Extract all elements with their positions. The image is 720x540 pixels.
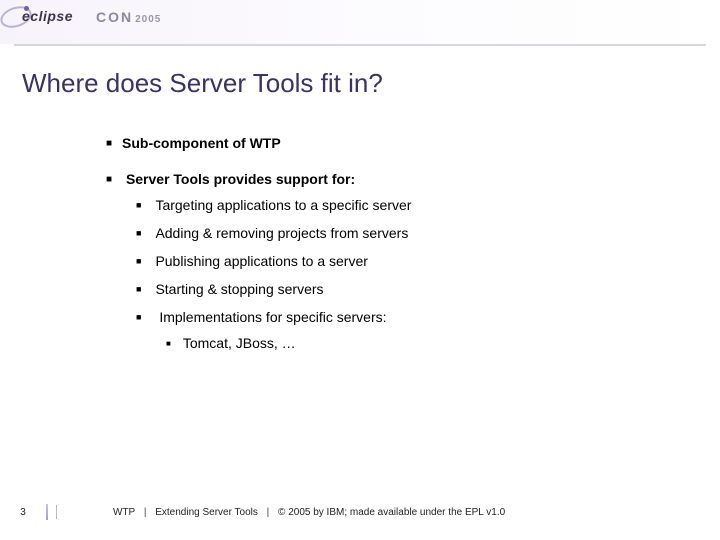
bullet-list-level3: Tomcat, JBoss, … (136, 325, 680, 351)
bullet-text: Implementations for specific servers: (159, 309, 386, 325)
eclipsecon-logo: eclipse CON2005 (6, 2, 161, 32)
bullet-list-level1: Sub-component of WTP Server Tools provid… (106, 135, 680, 351)
list-item: Implementations for specific servers: To… (136, 309, 680, 351)
page-number: 3 (0, 507, 46, 518)
bullet-text: Publishing applications to a server (155, 253, 367, 269)
footer-copyright: © 2005 by IBM; made available under the … (278, 507, 505, 518)
conference-label: CON2005 (96, 9, 161, 25)
footer-separator: | (267, 507, 270, 518)
bullet-text: Adding & removing projects from servers (155, 225, 408, 241)
list-item: Starting & stopping servers (136, 281, 680, 297)
con-text: CON (96, 9, 133, 25)
footer-project: WTP (113, 507, 135, 518)
footer-talk: Extending Server Tools (155, 507, 258, 518)
bullet-list-level2: Targeting applications to a specific ser… (106, 187, 680, 351)
slide: eclipse CON2005 Where does Server Tools … (0, 0, 720, 540)
footer-accent-bar (46, 504, 48, 520)
eclipse-logo-mark: eclipse (6, 2, 86, 32)
list-item: Server Tools provides support for: Targe… (106, 171, 680, 351)
bullet-text: Sub-component of WTP (122, 135, 281, 151)
slide-title: Where does Server Tools fit in? (0, 46, 720, 99)
bullet-text: Starting & stopping servers (155, 281, 323, 297)
list-item: Adding & removing projects from servers (136, 225, 680, 241)
list-item: Publishing applications to a server (136, 253, 680, 269)
list-item: Sub-component of WTP (106, 135, 680, 151)
footer-divider (56, 505, 57, 519)
bullet-text: Targeting applications to a specific ser… (155, 197, 411, 213)
footer-separator: | (144, 507, 147, 518)
slide-body: Sub-component of WTP Server Tools provid… (0, 99, 720, 351)
list-item: Tomcat, JBoss, … (166, 335, 680, 351)
bullet-text: Server Tools provides support for: (126, 171, 355, 187)
header-band: eclipse CON2005 (0, 0, 720, 44)
eclipse-wordmark: eclipse (22, 8, 73, 24)
bullet-text: Tomcat, JBoss, … (183, 335, 296, 351)
footer-text: WTP | Extending Server Tools | © 2005 by… (113, 507, 505, 518)
footer: 3 WTP | Extending Server Tools | © 2005 … (0, 504, 720, 520)
list-item: Targeting applications to a specific ser… (136, 197, 680, 213)
con-year: 2005 (135, 14, 161, 25)
